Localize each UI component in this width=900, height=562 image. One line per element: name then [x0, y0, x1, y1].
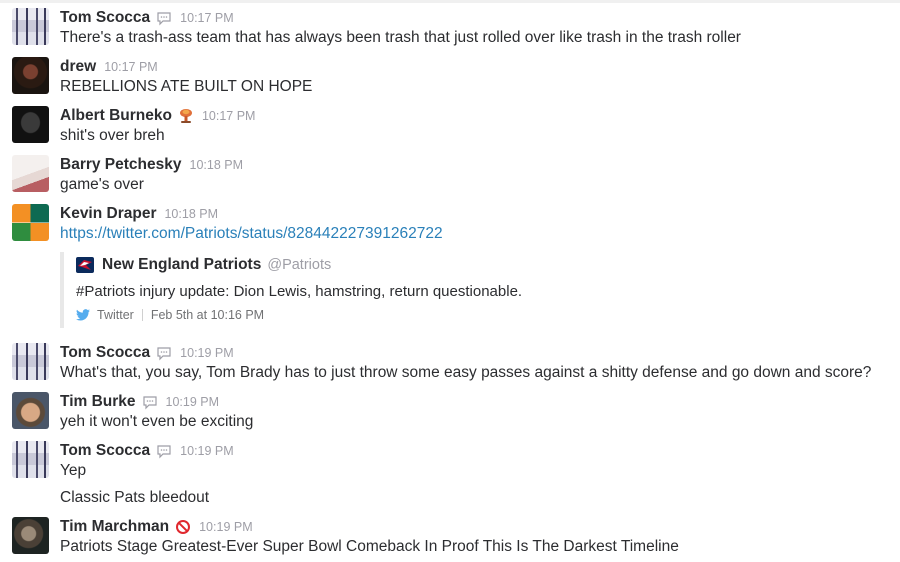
author-name[interactable]: Tom Scocca — [60, 442, 150, 460]
author-name[interactable]: Tim Marchman — [60, 518, 169, 536]
author-name[interactable]: Kevin Draper — [60, 205, 156, 223]
avatar[interactable] — [12, 106, 49, 143]
message-text-continuation: Classic Pats bleedout — [60, 489, 210, 506]
timestamp[interactable]: 10:19 PM — [166, 395, 220, 409]
speech-bubble-icon — [157, 445, 171, 459]
avatar[interactable] — [12, 441, 49, 478]
timestamp[interactable]: 10:17 PM — [180, 11, 234, 25]
timestamp[interactable]: 10:18 PM — [190, 158, 244, 172]
attachment-text: #Patriots injury update: Dion Lewis, ham… — [76, 283, 523, 300]
attachment-date[interactable]: Feb 5th at 10:16 PM — [151, 308, 264, 322]
tweet-attachment: New England Patriots @Patriots #Patriots… — [60, 252, 664, 328]
timestamp[interactable]: 10:17 PM — [202, 109, 256, 123]
mushroom-cloud-icon — [179, 109, 192, 123]
attachment-service[interactable]: Twitter — [97, 308, 134, 322]
timestamp[interactable]: 10:17 PM — [104, 60, 158, 74]
tweet-link[interactable]: https://twitter.com/Patriots/status/8284… — [60, 225, 443, 243]
patriots-logo-icon — [76, 257, 94, 273]
avatar[interactable] — [12, 57, 49, 94]
message-text: shit's over breh — [60, 127, 165, 144]
message-text: yeh it won't even be exciting — [60, 413, 254, 430]
author-name[interactable]: drew — [60, 58, 96, 76]
avatar[interactable] — [12, 155, 49, 192]
no-entry-icon — [176, 520, 191, 534]
timestamp[interactable]: 10:19 PM — [180, 444, 234, 458]
avatar[interactable] — [12, 517, 49, 554]
timestamp[interactable]: 10:18 PM — [164, 207, 218, 221]
timestamp[interactable]: 10:19 PM — [180, 346, 234, 360]
top-divider — [0, 0, 900, 3]
avatar[interactable] — [12, 343, 49, 380]
avatar[interactable] — [12, 8, 49, 45]
message-text: REBELLIONS ATE BUILT ON HOPE — [60, 78, 313, 95]
twitter-bird-icon — [76, 309, 90, 321]
divider — [141, 309, 143, 321]
author-name[interactable]: Barry Petchesky — [60, 156, 182, 174]
author-name[interactable]: Albert Burneko — [60, 107, 172, 125]
speech-bubble-icon — [157, 347, 171, 361]
attachment-handle[interactable]: @Patriots — [267, 257, 331, 273]
author-name[interactable]: Tom Scocca — [60, 9, 150, 27]
message-text: There's a trash-ass team that has always… — [60, 29, 741, 46]
author-name[interactable]: Tim Burke — [60, 393, 136, 411]
speech-bubble-icon — [157, 12, 171, 26]
attachment-author[interactable]: New England Patriots — [102, 256, 261, 274]
avatar[interactable] — [12, 204, 49, 241]
speech-bubble-icon — [142, 396, 157, 410]
avatar[interactable] — [12, 392, 49, 429]
message-text: game's over — [60, 176, 144, 193]
message-text: What's that, you say, Tom Brady has to j… — [60, 364, 872, 381]
message-text: Patriots Stage Greatest-Ever Super Bowl … — [60, 538, 679, 555]
timestamp[interactable]: 10:19 PM — [199, 520, 253, 534]
message-text: Yep — [60, 462, 87, 479]
author-name[interactable]: Tom Scocca — [60, 344, 150, 362]
